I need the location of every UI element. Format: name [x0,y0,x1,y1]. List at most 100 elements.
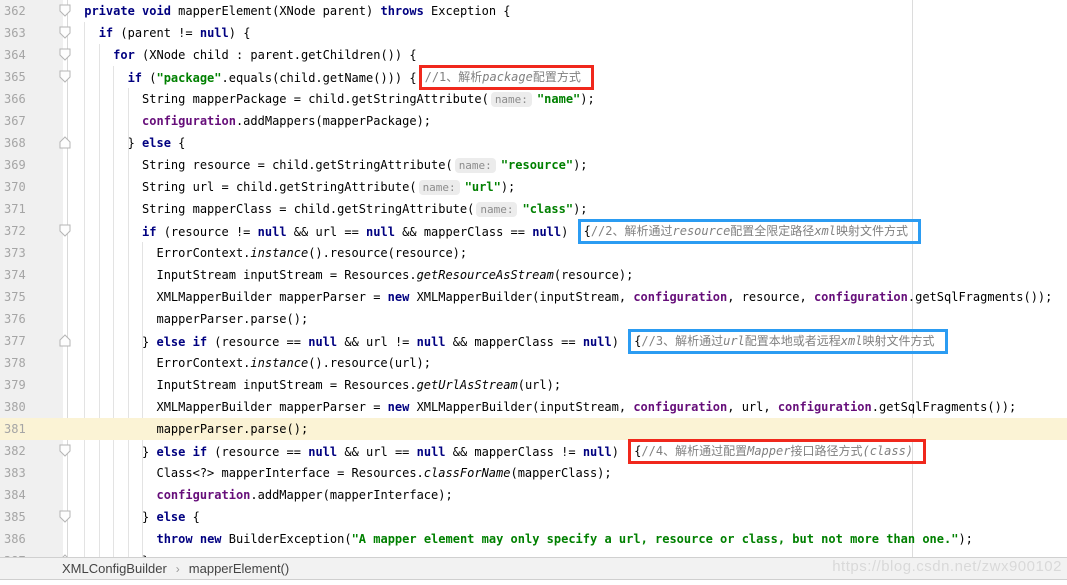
line-number[interactable]: 365 [0,66,63,88]
code-token: if [193,445,207,459]
line-number[interactable]: 372 [0,220,63,242]
code-line[interactable]: 374 InputStream inputStream = Resources.… [0,264,1067,286]
line-number[interactable]: 374 [0,264,63,286]
line-number[interactable]: 378 [0,352,63,374]
code-token: ); [958,532,972,546]
code-line[interactable]: 375 XMLMapperBuilder mapperParser = new … [0,286,1067,308]
code-line[interactable]: 362 private void mapperElement(XNode par… [0,0,1067,22]
fold-column [63,484,77,506]
code-token: getResourceAsStream [417,268,554,282]
line-number[interactable]: 363 [0,22,63,44]
fold-column [63,286,77,308]
code-line[interactable]: 367 configuration.addMappers(mapperPacka… [0,110,1067,132]
code-line[interactable]: 372 if (resource != null && url == null … [0,220,1067,242]
code-token: ErrorContext. [77,356,250,370]
line-number[interactable]: 376 [0,308,63,330]
code-token: new [388,290,410,304]
line-number[interactable]: 366 [0,88,63,110]
line-number[interactable]: 362 [0,0,63,22]
code-token: "url" [465,180,501,194]
fold-marker-down-icon[interactable] [63,506,77,528]
fold-marker-down-icon[interactable] [63,44,77,66]
code-token: void [142,4,171,18]
code-token: //4、解析通过配置 [641,444,747,458]
code-token: 配置全限定路径 [730,224,814,238]
line-number[interactable]: 369 [0,154,63,176]
code-token: } [77,510,156,524]
code-token [77,225,142,239]
line-number[interactable]: 370 [0,176,63,198]
fold-marker-up-icon[interactable] [63,550,77,557]
line-number[interactable]: 382 [0,440,63,462]
code-token: ) [612,445,626,459]
breadcrumb-item-class[interactable]: XMLConfigBuilder [62,561,167,576]
line-number[interactable]: 380 [0,396,63,418]
code-token: if [193,335,207,349]
code-token: ); [573,158,587,172]
line-number[interactable]: 383 [0,462,63,484]
line-number[interactable]: 381 [0,418,63,440]
code-text: if (resource != null && url == null && m… [77,220,1067,242]
code-token: && url == [287,225,366,239]
code-token: mapperParser.parse(); [77,312,308,326]
code-line[interactable]: 365 if ("package".equals(child.getName()… [0,66,1067,88]
line-number[interactable]: 375 [0,286,63,308]
code-line[interactable]: 383 Class<?> mapperInterface = Resources… [0,462,1067,484]
code-line[interactable]: 381 mapperParser.parse(); [0,418,1067,440]
code-line[interactable]: 379 InputStream inputStream = Resources.… [0,374,1067,396]
code-line[interactable]: 378 ErrorContext.instance().resource(url… [0,352,1067,374]
fold-marker-up-icon[interactable] [63,330,77,352]
code-line[interactable]: 369 String resource = child.getStringAtt… [0,154,1067,176]
code-token [185,335,192,349]
code-line[interactable]: 386 throw new BuilderException("A mapper… [0,528,1067,550]
code-line[interactable]: 370 String url = child.getStringAttribut… [0,176,1067,198]
ide-window: 362 private void mapperElement(XNode par… [0,0,1067,585]
code-line[interactable]: 371 String mapperClass = child.getString… [0,198,1067,220]
code-line[interactable]: 376 mapperParser.parse(); [0,308,1067,330]
line-number[interactable]: 387 [0,550,63,557]
code-line[interactable]: 363 if (parent != null) { [0,22,1067,44]
fold-column [63,176,77,198]
line-number[interactable]: 379 [0,374,63,396]
code-line[interactable]: 364 for (XNode child : parent.getChildre… [0,44,1067,66]
line-number[interactable]: 371 [0,198,63,220]
code-token [185,445,192,459]
code-text: InputStream inputStream = Resources.getU… [77,374,1067,396]
line-number[interactable]: 373 [0,242,63,264]
code-line[interactable]: 366 String mapperPackage = child.getStri… [0,88,1067,110]
code-token: { [584,224,591,238]
code-token: && url == [337,445,416,459]
fold-marker-down-icon[interactable] [63,440,77,462]
line-number[interactable]: 385 [0,506,63,528]
code-token: ); [580,92,594,106]
code-token: null [417,445,446,459]
fold-marker-down-icon[interactable] [63,22,77,44]
code-line[interactable]: 380 XMLMapperBuilder mapperParser = new … [0,396,1067,418]
code-line[interactable]: 382 } else if (resource == null && url =… [0,440,1067,462]
fold-marker-down-icon[interactable] [63,220,77,242]
code-line[interactable]: 387 } [0,550,1067,557]
code-token: else [156,445,185,459]
code-token: configuration [142,114,236,128]
line-number[interactable]: 364 [0,44,63,66]
fold-marker-up-icon[interactable] [63,132,77,154]
code-token: && mapperClass != [446,445,583,459]
line-number[interactable]: 386 [0,528,63,550]
code-line[interactable]: 373 ErrorContext.instance().resource(res… [0,242,1067,264]
code-line[interactable]: 368 } else { [0,132,1067,154]
line-number[interactable]: 377 [0,330,63,352]
code-text: throw new BuilderException("A mapper ele… [77,528,1067,550]
code-token: //3、解析通过 [641,334,723,348]
code-line[interactable]: 385 } else { [0,506,1067,528]
line-number[interactable]: 367 [0,110,63,132]
line-number[interactable]: 368 [0,132,63,154]
code-line[interactable]: 377 } else if (resource == null && url !… [0,330,1067,352]
breadcrumb-separator-icon: › [176,562,180,576]
line-number[interactable]: 384 [0,484,63,506]
code-editor[interactable]: 362 private void mapperElement(XNode par… [0,0,1067,557]
annotation-box-blue: {//2、解析通过resource配置全限定路径xml映射文件方式 [578,219,921,244]
fold-marker-down-icon[interactable] [63,0,77,22]
code-line[interactable]: 384 configuration.addMapper(mapperInterf… [0,484,1067,506]
fold-marker-down-icon[interactable] [63,66,77,88]
breadcrumb-item-method[interactable]: mapperElement() [189,561,289,576]
